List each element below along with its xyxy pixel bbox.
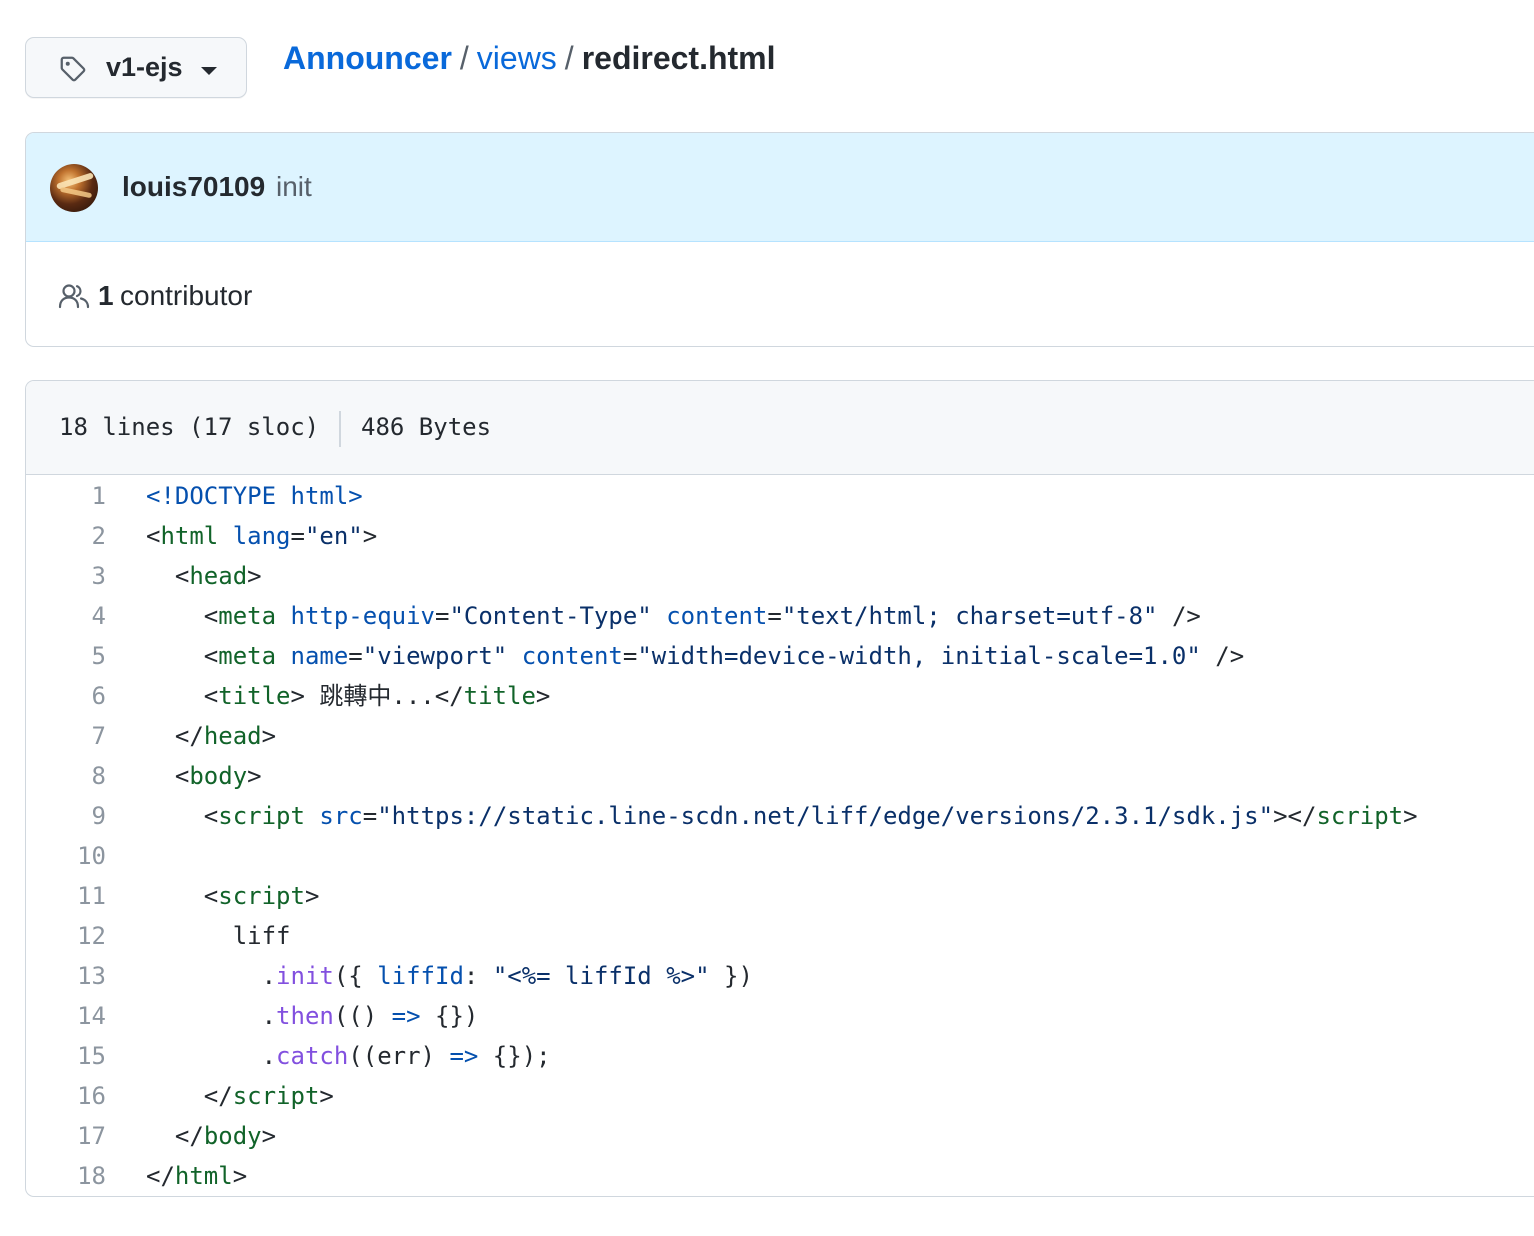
line-number[interactable]: 9 xyxy=(26,796,106,836)
line-content: <!DOCTYPE html> xyxy=(146,482,363,510)
breadcrumb-separator: / xyxy=(564,40,574,76)
breadcrumb-repo-link[interactable]: Announcer xyxy=(283,40,452,76)
code-line: 13 .init({ liffId: "<%= liffId %>" }) xyxy=(26,956,1534,996)
line-content: </html> xyxy=(146,1162,248,1190)
line-content: <script src="https://static.line-scdn.ne… xyxy=(203,802,1418,830)
code-line: 5 <meta name="viewport" content="width=d… xyxy=(26,636,1534,676)
code-line: 6 <title> 跳轉中...</title> xyxy=(26,676,1534,716)
code-line: 9 <script src="https://static.line-scdn.… xyxy=(26,796,1534,836)
code-line: 8 <body> xyxy=(26,756,1534,796)
branch-name: v1-ejs xyxy=(106,52,183,82)
tag-icon xyxy=(60,56,86,82)
line-number[interactable]: 13 xyxy=(26,956,106,996)
code-block: 1 <!DOCTYPE html> 2 <html lang="en"> 3 <… xyxy=(26,476,1534,1196)
commit-message-link[interactable]: init xyxy=(276,171,312,203)
code-line: 18 </html> xyxy=(26,1156,1534,1196)
commit-box: louis70109 init 1 contributor xyxy=(25,132,1534,347)
code-line: 15 .catch((err) => {}); xyxy=(26,1036,1534,1076)
breadcrumb: Announcer / views / redirect.html xyxy=(283,40,776,77)
line-content: <meta http-equiv="Content-Type" content=… xyxy=(203,602,1201,630)
line-number[interactable]: 2 xyxy=(26,516,106,556)
line-content: </head> xyxy=(174,722,277,750)
code-line: 17 </body> xyxy=(26,1116,1534,1156)
line-number[interactable]: 18 xyxy=(26,1156,106,1196)
code-line: 7 </head> xyxy=(26,716,1534,756)
line-content: .catch((err) => {}); xyxy=(146,1042,551,1070)
code-line: 16 </script> xyxy=(26,1076,1534,1116)
branch-select-button[interactable]: v1-ejs xyxy=(25,37,247,98)
line-number[interactable]: 16 xyxy=(26,1076,106,1116)
line-content: <script> xyxy=(203,882,320,910)
code-line: 4 <meta http-equiv="Content-Type" conten… xyxy=(26,596,1534,636)
line-content: </script> xyxy=(203,1082,334,1110)
code-line: 10 xyxy=(26,836,1534,876)
line-number[interactable]: 3 xyxy=(26,556,106,596)
line-content: liff xyxy=(146,922,291,950)
caret-down-icon xyxy=(201,67,217,75)
line-content: <meta name="viewport" content="width=dev… xyxy=(203,642,1245,670)
line-number[interactable]: 10 xyxy=(26,836,106,876)
latest-commit-header: louis70109 init xyxy=(26,133,1534,242)
line-number[interactable]: 6 xyxy=(26,676,106,716)
code-line: 3 <head> xyxy=(26,556,1534,596)
code-line: 1 <!DOCTYPE html> xyxy=(26,476,1534,516)
line-content: <html lang="en"> xyxy=(146,522,378,550)
line-number[interactable]: 7 xyxy=(26,716,106,756)
file-line-count: 18 lines (17 sloc) xyxy=(59,413,320,441)
line-number[interactable]: 8 xyxy=(26,756,106,796)
people-icon xyxy=(58,284,90,309)
line-number[interactable]: 12 xyxy=(26,916,106,956)
line-number[interactable]: 17 xyxy=(26,1116,106,1156)
contributor-count[interactable]: 1 xyxy=(98,280,114,312)
code-line: 2 <html lang="en"> xyxy=(26,516,1534,556)
file-viewer: 18 lines (17 sloc) 486 Bytes 1 <!DOCTYPE… xyxy=(25,380,1534,1197)
line-content: .then(() => {}) xyxy=(146,1002,479,1030)
breadcrumb-folder-link[interactable]: views xyxy=(477,40,557,76)
line-content: </body> xyxy=(174,1122,277,1150)
code-line: 14 .then(() => {}) xyxy=(26,996,1534,1036)
commit-author-link[interactable]: louis70109 xyxy=(122,171,265,203)
file-info-header: 18 lines (17 sloc) 486 Bytes xyxy=(26,381,1534,475)
breadcrumb-file-name: redirect.html xyxy=(581,40,776,76)
contributor-label[interactable]: contributor xyxy=(120,280,252,312)
line-number[interactable]: 14 xyxy=(26,996,106,1036)
line-content: .init({ liffId: "<%= liffId %>" }) xyxy=(146,962,753,990)
line-content: <body> xyxy=(174,762,262,790)
code-line: 11 <script> xyxy=(26,876,1534,916)
breadcrumb-separator: / xyxy=(459,40,469,76)
line-number[interactable]: 11 xyxy=(26,876,106,916)
line-number[interactable]: 15 xyxy=(26,1036,106,1076)
line-content: <title> 跳轉中...</title> xyxy=(203,682,551,710)
code-line: 12 liff xyxy=(26,916,1534,956)
line-number[interactable]: 5 xyxy=(26,636,106,676)
line-number[interactable]: 4 xyxy=(26,596,106,636)
file-size: 486 Bytes xyxy=(361,413,492,441)
avatar[interactable] xyxy=(50,164,98,212)
divider xyxy=(339,411,341,447)
line-number[interactable]: 1 xyxy=(26,476,106,516)
line-content: <head> xyxy=(174,562,262,590)
